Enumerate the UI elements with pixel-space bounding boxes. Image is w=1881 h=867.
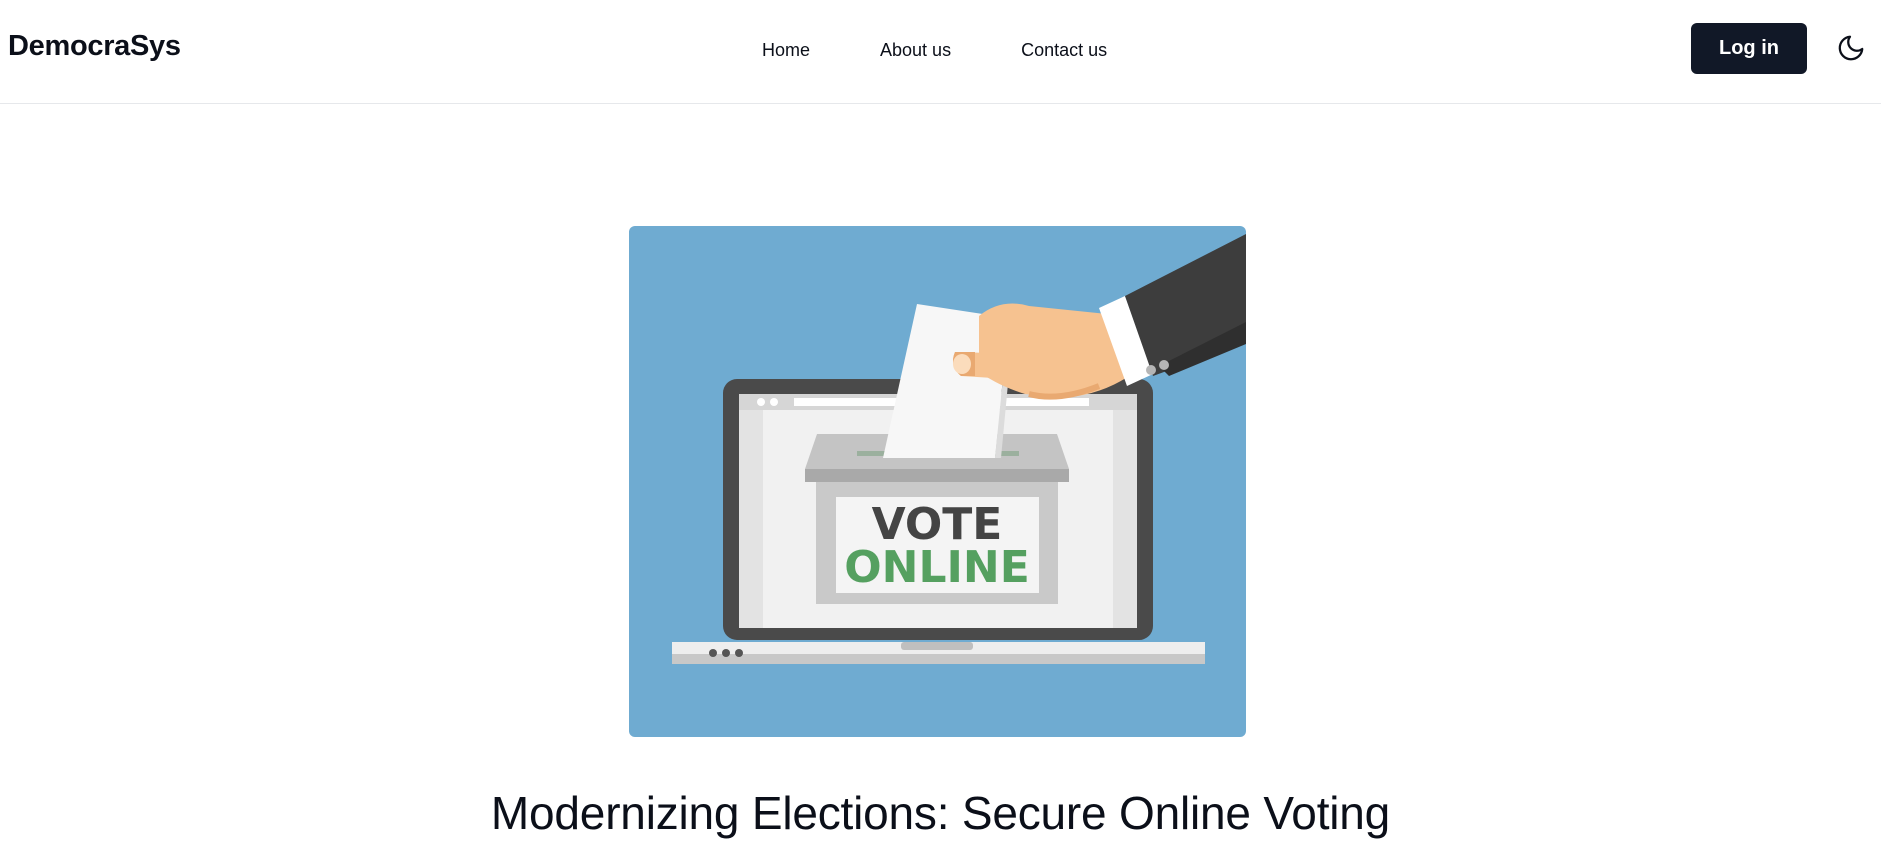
vote-online-illustration: VOTE ONLINE [672, 234, 1246, 664]
nav-link-home[interactable]: Home [762, 40, 810, 61]
laptop-dot-icon [709, 649, 717, 657]
log-in-button[interactable]: Log in [1691, 23, 1807, 74]
top-navbar: DemocraSys Home About us Contact us Log … [0, 0, 1881, 104]
laptop-dot-icon [735, 649, 743, 657]
nav-link-contact-us[interactable]: Contact us [1021, 40, 1107, 61]
main-nav: Home About us Contact us [762, 40, 1177, 61]
laptop-dot-icon [722, 649, 730, 657]
hero-title: Modernizing Elections: Secure Online Vot… [490, 787, 1391, 839]
theme-toggle-button[interactable] [1836, 33, 1866, 63]
brand-logo[interactable]: DemocraSys [8, 30, 181, 63]
hero-illustration: VOTE ONLINE [629, 226, 1246, 737]
online-word: ONLINE [844, 542, 1030, 593]
moon-icon [1838, 35, 1864, 61]
nav-link-about-us[interactable]: About us [880, 40, 951, 61]
